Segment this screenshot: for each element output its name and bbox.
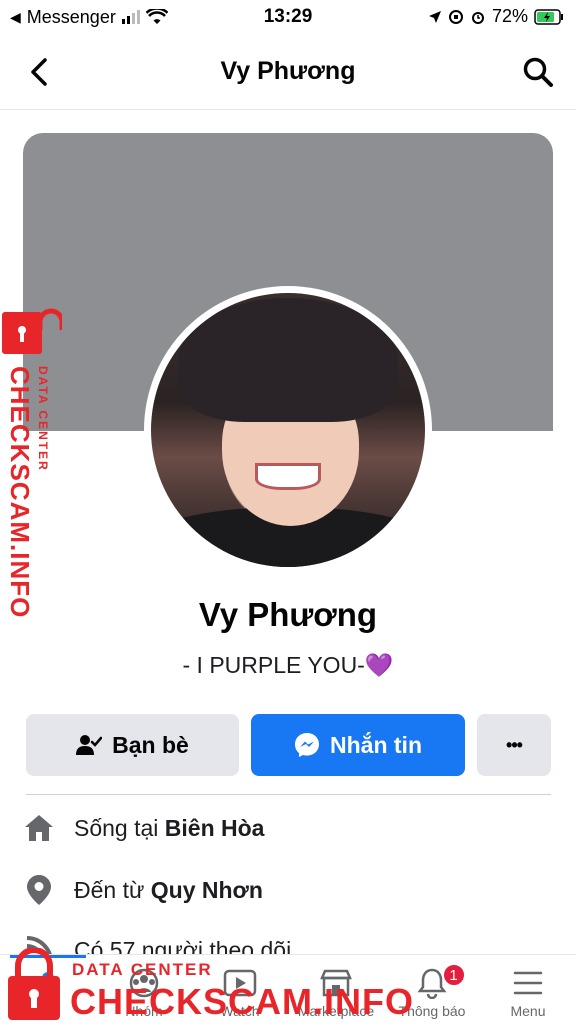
info-prefix: Đến từ (74, 876, 151, 903)
watermark-bottom-small: DATA CENTER (72, 960, 213, 979)
friend-check-icon (76, 735, 103, 755)
status-bar: ◀ Messenger 13:29 72% (0, 0, 576, 34)
back-button[interactable] (22, 52, 56, 92)
watermark-lock-icon (2, 308, 62, 354)
watermark-lock-icon (8, 948, 60, 1020)
tab-label: Menu (510, 1003, 546, 1019)
info-text: Đến từ Quy Nhơn (74, 877, 263, 904)
notification-badge: 1 (441, 963, 466, 987)
profile-picture[interactable] (144, 286, 432, 574)
info-text: Sống tại Biên Hòa (74, 815, 264, 842)
profile-bio: - I PURPLE YOU-💜 (182, 652, 394, 678)
avatar-mouth (255, 462, 321, 491)
chevron-left-icon (31, 58, 47, 86)
hamburger-menu-icon (510, 965, 546, 1001)
location-pin-icon (24, 875, 54, 905)
messenger-icon (295, 733, 319, 757)
search-icon (523, 57, 553, 87)
battery-percent: 72% (491, 6, 528, 26)
friends-button-label: Bạn bè (112, 731, 189, 758)
watermark-side-text: CHECKSCAM.INFO (5, 366, 35, 619)
status-time: 13:29 (263, 6, 313, 27)
watermark-bottom: DATA CENTER CHECKSCAM.INFO (0, 944, 413, 1024)
watermark-bottom-text: CHECKSCAM.INFO (70, 981, 414, 1022)
location-icon (428, 10, 441, 23)
profile-name: Vy Phương (198, 596, 378, 633)
info-prefix: Sống tại (74, 814, 165, 841)
rotation-lock-icon (448, 9, 463, 24)
info-value: Biên Hòa (164, 814, 265, 841)
status-right: 72% (428, 6, 564, 27)
watermark-side: CHECKSCAM.INFO DATA CENTER (2, 308, 64, 618)
home-icon (24, 813, 54, 843)
friends-button[interactable]: Bạn bè (26, 714, 239, 776)
tab-menu[interactable]: Menu (480, 955, 576, 1024)
info-row-from[interactable]: Đến từ Quy Nhơn (24, 870, 263, 910)
carrier-label[interactable]: Messenger (27, 7, 116, 28)
info-value: Quy Nhơn (150, 876, 263, 903)
signal-icon (121, 10, 140, 24)
avatar-hair (178, 298, 398, 422)
search-button[interactable] (518, 52, 558, 92)
watermark-side-small: DATA CENTER (36, 366, 50, 472)
status-left: ◀ Messenger (10, 7, 168, 28)
more-button[interactable]: ••• (477, 714, 551, 776)
divider (26, 794, 551, 795)
battery-icon (534, 8, 563, 25)
more-icon: ••• (506, 734, 523, 755)
info-row-lives-in[interactable]: Sống tại Biên Hòa (24, 808, 264, 848)
avatar (151, 293, 425, 567)
message-button-label: Nhắn tin (330, 731, 422, 758)
nav-header: Vy Phương (0, 34, 576, 110)
wifi-icon (145, 9, 168, 24)
message-button[interactable]: Nhắn tin (251, 714, 465, 776)
page-title: Vy Phương (220, 57, 356, 85)
alarm-icon (471, 11, 484, 24)
back-to-app-icon[interactable]: ◀ (10, 9, 21, 26)
